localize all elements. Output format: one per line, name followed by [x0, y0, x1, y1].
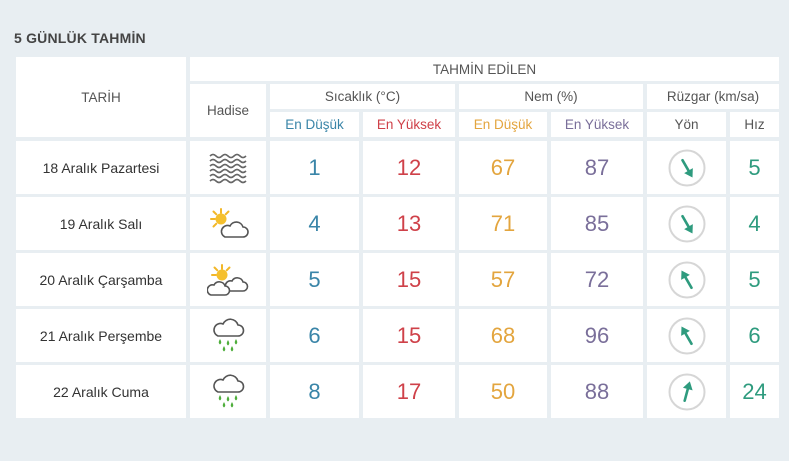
rain-icon — [210, 317, 246, 354]
row-wind-direction — [647, 253, 726, 306]
row-wind-direction — [647, 197, 726, 250]
row-hum-max: 87 — [551, 141, 643, 194]
header-temp-max: En Yüksek — [363, 112, 455, 137]
row-hum-min: 67 — [459, 141, 547, 194]
row-wind-direction — [647, 309, 726, 362]
wind-direction-arrow-icon — [667, 260, 707, 300]
row-temp-min: 6 — [270, 309, 359, 362]
header-humidity: Nem (%) — [459, 84, 643, 109]
wind-direction-arrow-icon — [667, 148, 707, 188]
row-wind-speed: 5 — [730, 141, 779, 194]
row-weather-cell — [190, 253, 266, 306]
header-hum-max: En Yüksek — [551, 112, 643, 137]
row-date: 20 Aralık Çarşamba — [16, 253, 186, 306]
row-temp-min: 8 — [270, 365, 359, 418]
header-forecast: TAHMİN EDİLEN — [190, 57, 779, 81]
header-temperature: Sıcaklık (°C) — [270, 84, 455, 109]
row-wind-direction — [647, 365, 726, 418]
row-temp-min: 4 — [270, 197, 359, 250]
row-wind-speed: 24 — [730, 365, 779, 418]
header-temp-min: En Düşük — [270, 112, 359, 137]
row-temp-max: 12 — [363, 141, 455, 194]
header-date: TARİH — [16, 57, 186, 137]
header-hum-min: En Düşük — [459, 112, 547, 137]
header-wind-direction: Yön — [647, 112, 726, 137]
sun-clouds-icon — [207, 263, 249, 297]
header-event: Hadise — [190, 84, 266, 137]
row-wind-direction — [647, 141, 726, 194]
wind-direction-arrow-icon — [667, 372, 707, 412]
row-hum-min: 71 — [459, 197, 547, 250]
row-weather-cell — [190, 197, 266, 250]
row-wind-speed: 4 — [730, 197, 779, 250]
row-temp-min: 1 — [270, 141, 359, 194]
fog-icon — [208, 152, 248, 184]
header-wind: Rüzgar (km/sa) — [647, 84, 779, 109]
row-wind-speed: 6 — [730, 309, 779, 362]
page-title: 5 GÜNLÜK TAHMİN — [14, 30, 146, 46]
row-hum-min: 50 — [459, 365, 547, 418]
header-wind-speed: Hız — [730, 112, 779, 137]
row-wind-speed: 5 — [730, 253, 779, 306]
row-date: 19 Aralık Salı — [16, 197, 186, 250]
row-weather-cell — [190, 141, 266, 194]
row-hum-max: 72 — [551, 253, 643, 306]
partly-cloudy-icon — [207, 207, 249, 241]
row-hum-max: 96 — [551, 309, 643, 362]
row-date: 18 Aralık Pazartesi — [16, 141, 186, 194]
row-hum-min: 68 — [459, 309, 547, 362]
row-date: 22 Aralık Cuma — [16, 365, 186, 418]
row-hum-max: 85 — [551, 197, 643, 250]
row-temp-min: 5 — [270, 253, 359, 306]
row-hum-max: 88 — [551, 365, 643, 418]
row-hum-min: 57 — [459, 253, 547, 306]
row-temp-max: 13 — [363, 197, 455, 250]
row-weather-cell — [190, 365, 266, 418]
rain-icon — [210, 373, 246, 410]
wind-direction-arrow-icon — [667, 316, 707, 356]
row-temp-max: 15 — [363, 253, 455, 306]
row-weather-cell — [190, 309, 266, 362]
row-temp-max: 15 — [363, 309, 455, 362]
wind-direction-arrow-icon — [667, 204, 707, 244]
row-date: 21 Aralık Perşembe — [16, 309, 186, 362]
row-temp-max: 17 — [363, 365, 455, 418]
